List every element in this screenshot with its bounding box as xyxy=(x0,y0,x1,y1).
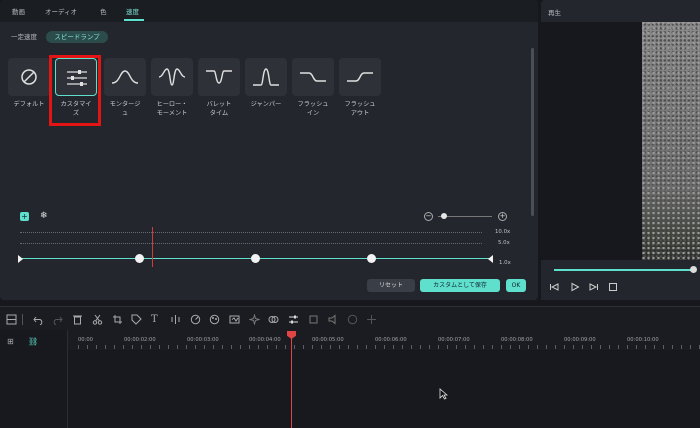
bullet-curve-icon xyxy=(206,70,232,84)
add-track-icon[interactable]: ⊞ xyxy=(7,337,14,346)
tab-speed[interactable]: 速度 xyxy=(126,6,139,16)
preview-seek-bar[interactable] xyxy=(554,269,695,271)
speed-gridline xyxy=(20,243,482,244)
ruler-ticks xyxy=(78,345,700,349)
link-icon[interactable]: ⛓ xyxy=(28,337,38,346)
preset-label: ジャンパー xyxy=(250,101,282,108)
more-tools-icon[interactable] xyxy=(366,314,377,325)
tab-color[interactable]: 色 xyxy=(100,6,107,16)
zoom-slider-knob[interactable] xyxy=(441,213,447,219)
mask-icon[interactable] xyxy=(268,314,279,325)
freeze-icon[interactable] xyxy=(308,314,319,325)
preview-title: 再生 xyxy=(548,9,561,17)
preset-hero-moment[interactable] xyxy=(151,58,193,96)
speed-label-1x: 1.0x xyxy=(499,260,511,266)
hero-curve-icon xyxy=(158,68,186,86)
mouse-cursor-icon xyxy=(439,388,448,400)
zoom-in-icon[interactable]: + xyxy=(498,212,507,221)
reset-button[interactable]: リセット xyxy=(367,279,415,292)
flash-out-curve-icon xyxy=(347,72,373,82)
delete-icon[interactable] xyxy=(72,314,83,325)
split-audio-icon[interactable] xyxy=(170,314,181,325)
montage-curve-icon xyxy=(111,70,139,84)
add-keyframe-icon[interactable]: + xyxy=(20,212,29,221)
speed-keyframe-point[interactable] xyxy=(251,254,260,263)
timecode-label: 00:00:08:00 xyxy=(501,337,533,343)
preset-flash-out[interactable] xyxy=(339,58,381,96)
timecode-label: 00:00:04:00 xyxy=(249,337,281,343)
tab-audio[interactable]: オーディオ xyxy=(45,6,77,16)
subtab-uniform-speed[interactable]: 一定速度 xyxy=(11,31,37,43)
video-letterbox xyxy=(541,22,642,260)
timecode-label: 00:00:06:00 xyxy=(375,337,407,343)
preset-label: フラッシュ イン xyxy=(297,101,329,117)
undo-icon[interactable] xyxy=(33,314,44,326)
speed-ramp-tool-icon[interactable] xyxy=(288,314,299,325)
speed-icon[interactable] xyxy=(190,314,201,325)
tab-video[interactable]: 動画 xyxy=(12,6,25,16)
zoom-out-icon[interactable]: − xyxy=(424,212,433,221)
preset-label: フラッシュ アウト xyxy=(344,101,376,117)
toolbar-divider xyxy=(22,314,23,325)
end-marker-icon[interactable] xyxy=(488,255,493,263)
timeline-playhead[interactable] xyxy=(291,334,292,428)
timeline-toolbar: T xyxy=(0,306,700,330)
ok-button[interactable]: OK xyxy=(506,279,526,292)
speed-gridline xyxy=(20,232,482,233)
active-tab-indicator xyxy=(124,19,144,21)
next-frame-icon[interactable] xyxy=(589,282,599,292)
preset-jumper[interactable] xyxy=(245,58,287,96)
video-frame xyxy=(642,22,700,260)
subtab-speed-ramping[interactable]: スピードランプ xyxy=(46,31,108,43)
speed-keyframe-point[interactable] xyxy=(367,254,376,263)
color-icon[interactable] xyxy=(209,314,220,325)
speed-label-10x: 10.0x xyxy=(495,229,511,235)
layout-icon[interactable] xyxy=(6,314,17,325)
stop-icon[interactable] xyxy=(608,282,618,292)
crop-icon[interactable] xyxy=(112,314,123,325)
preset-label: ヒーロー・ モーメント xyxy=(156,101,188,117)
redo-icon[interactable] xyxy=(52,314,63,326)
preset-montage[interactable] xyxy=(104,58,146,96)
speed-label-5x: 5.0x xyxy=(498,240,510,246)
timecode-label: 00:00 xyxy=(78,337,93,343)
magic-icon[interactable] xyxy=(248,313,261,326)
timecode-label: 00:00:07:00 xyxy=(438,337,470,343)
previous-frame-icon[interactable] xyxy=(549,282,559,292)
cut-icon[interactable] xyxy=(92,314,103,325)
preset-bullet-time[interactable] xyxy=(198,58,240,96)
ai-icon[interactable] xyxy=(347,314,358,325)
preset-label: デフォルト xyxy=(13,101,45,108)
tab-bar xyxy=(0,0,538,22)
save-as-custom-button[interactable]: カスタムとして保存 xyxy=(420,279,500,292)
start-marker-icon[interactable] xyxy=(18,255,23,263)
speed-keyframe-point[interactable] xyxy=(135,254,144,263)
audio-icon[interactable] xyxy=(328,314,339,325)
none-icon xyxy=(21,69,37,85)
timeline-track-area[interactable] xyxy=(0,350,700,428)
preset-label: バレット タイム xyxy=(206,101,232,117)
timecode-label: 00:00:10:00 xyxy=(627,337,659,343)
preset-default[interactable] xyxy=(8,58,50,96)
timecode-label: 00:00:03:00 xyxy=(187,337,219,343)
timecode-label: 00:00:02:00 xyxy=(124,337,156,343)
timecode-label: 00:00:05:00 xyxy=(312,337,344,343)
panel-scrollbar[interactable] xyxy=(531,48,534,216)
preset-flash-in[interactable] xyxy=(292,58,334,96)
text-icon[interactable]: T xyxy=(151,314,162,325)
play-icon[interactable] xyxy=(570,282,580,292)
graph-playhead[interactable] xyxy=(152,227,153,267)
preset-label: モンタージュ xyxy=(109,101,141,117)
freeze-frame-icon[interactable]: ❄ xyxy=(40,211,48,221)
preview-seek-knob[interactable] xyxy=(690,266,697,273)
tag-icon[interactable] xyxy=(131,314,142,325)
jumper-curve-icon xyxy=(253,68,279,86)
speed-ramp-graph[interactable]: + ❄ − + 10.0x 5.0x 1.0x xyxy=(10,205,515,270)
timecode-label: 00:00:09:00 xyxy=(564,337,596,343)
selection-highlight-box xyxy=(49,55,101,126)
flash-in-curve-icon xyxy=(300,72,326,82)
keyframe-icon[interactable] xyxy=(229,314,240,325)
